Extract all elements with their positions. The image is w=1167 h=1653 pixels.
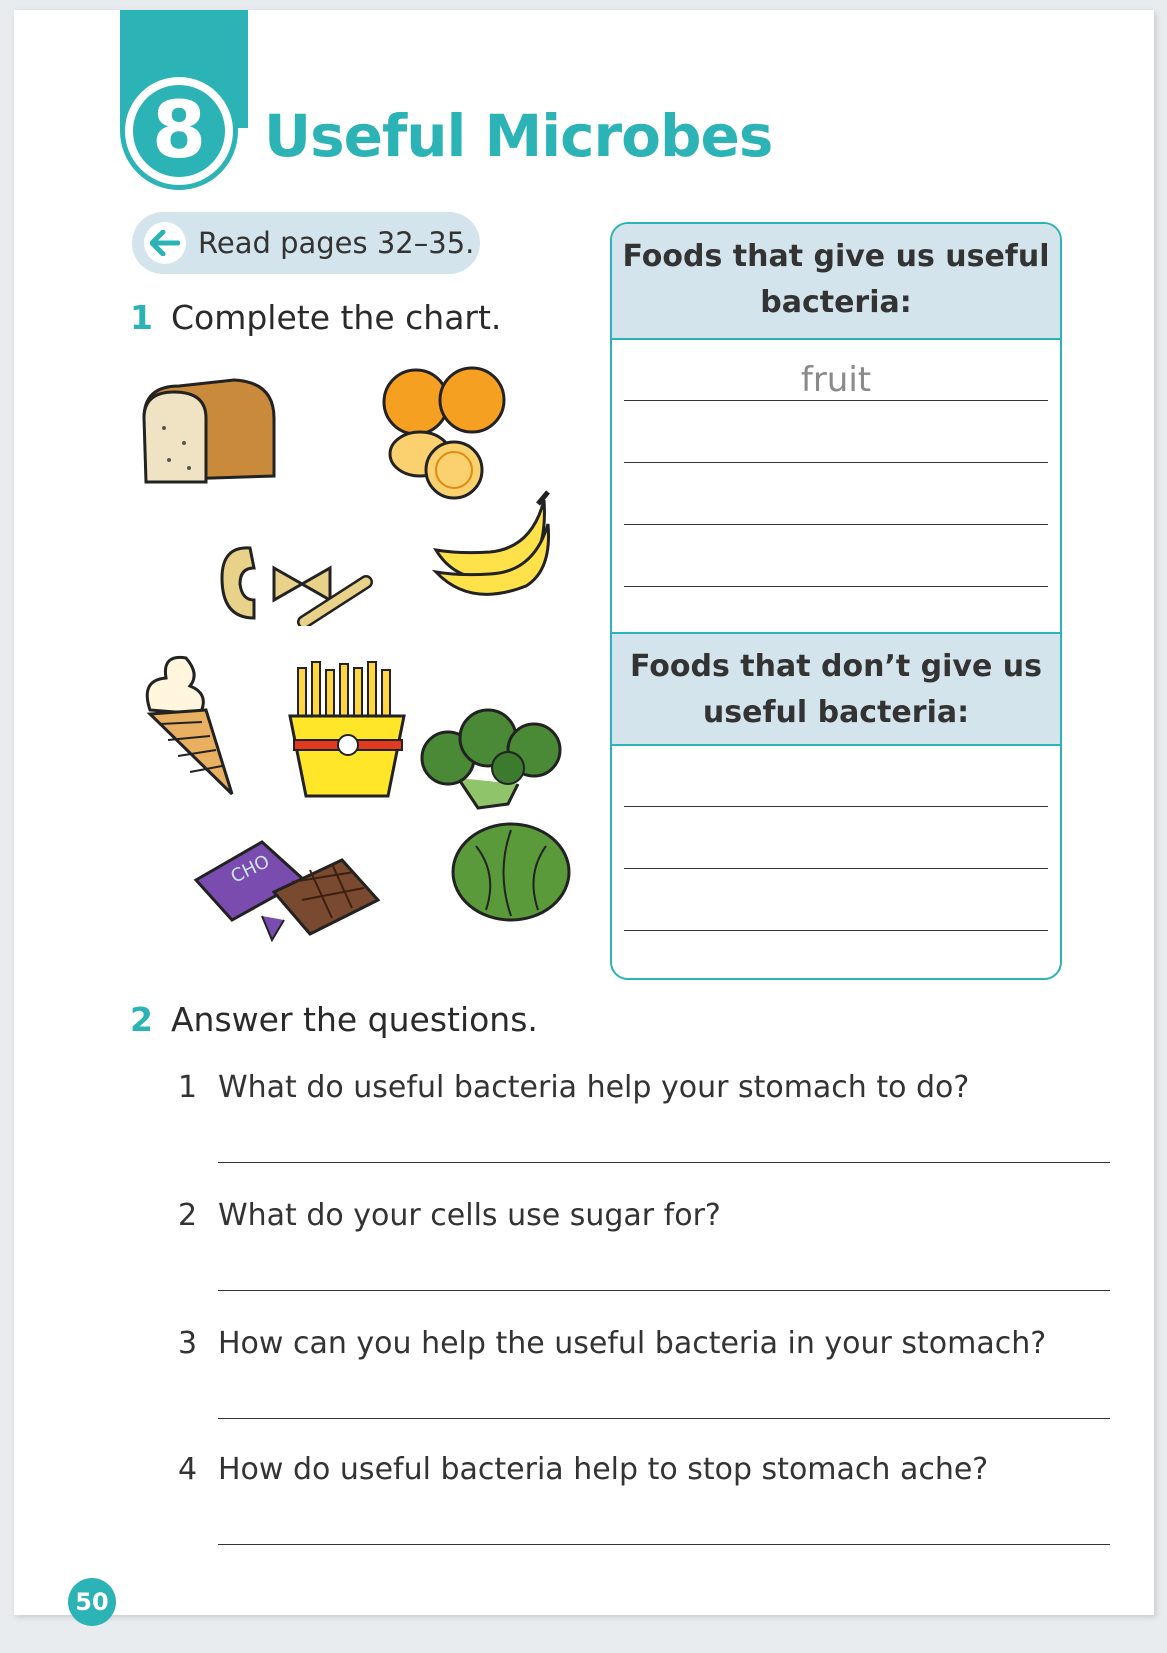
question-text: What do useful bacteria help your stomac… bbox=[218, 1070, 970, 1105]
chapter-badge: 8 bbox=[120, 72, 238, 190]
fries-icon bbox=[288, 661, 406, 798]
question-number: 2 bbox=[178, 1198, 198, 1233]
question-text: What do your cells use sugar for? bbox=[218, 1198, 721, 1233]
answer-line[interactable] bbox=[624, 524, 1048, 525]
answer-line[interactable] bbox=[624, 868, 1048, 869]
question-number: 4 bbox=[178, 1452, 198, 1487]
answer-line-1[interactable] bbox=[218, 1162, 1110, 1163]
answer-line[interactable] bbox=[624, 806, 1048, 807]
page-number: 50 bbox=[68, 1578, 116, 1626]
chart-header-not-useful: Foods that don’t give us useful bacteria… bbox=[612, 632, 1060, 746]
chart-section-not-useful bbox=[612, 746, 1060, 978]
answer-line[interactable] bbox=[624, 400, 1048, 401]
bananas-icon bbox=[431, 490, 551, 596]
food-chart: Foods that give us useful bacteria: frui… bbox=[610, 222, 1062, 980]
page-title: Useful Microbes bbox=[264, 102, 773, 170]
lettuce-icon bbox=[451, 822, 571, 922]
answer-line-3[interactable] bbox=[218, 1418, 1110, 1419]
question-text: How can you help the useful bacteria in … bbox=[218, 1326, 1047, 1361]
exercise-instruction: Answer the questions. bbox=[170, 1000, 538, 1039]
pasta-icon bbox=[220, 546, 373, 626]
question-text: How do useful bacteria help to stop stom… bbox=[218, 1452, 989, 1487]
arrow-left-icon bbox=[144, 222, 186, 264]
broccoli-icon bbox=[420, 708, 562, 810]
workbook-page: 8 Useful Microbes Read pages 32–35. 1 Com… bbox=[14, 10, 1154, 1626]
chocolate-icon: CHO bbox=[193, 840, 381, 943]
question-3: 3 How can you help the useful bacteria in… bbox=[178, 1326, 1046, 1361]
chart-header-useful: Foods that give us useful bacteria: bbox=[612, 224, 1060, 340]
question-2: 2 What do your cells use sugar for? bbox=[178, 1198, 721, 1233]
read-pages-note: Read pages 32–35. bbox=[132, 212, 480, 274]
exercise-instruction: Complete the chart. bbox=[170, 298, 502, 337]
ice-cream-icon bbox=[145, 655, 234, 796]
chart-section-useful: fruit bbox=[612, 340, 1060, 632]
answer-line[interactable] bbox=[624, 586, 1048, 587]
exercise-1-heading: 1 Complete the chart. bbox=[130, 298, 501, 337]
exercise-number: 2 bbox=[130, 1000, 153, 1039]
answer-line-2[interactable] bbox=[218, 1290, 1110, 1291]
oranges-icon bbox=[382, 366, 506, 500]
question-1: 1 What do useful bacteria help your stoma… bbox=[178, 1070, 969, 1105]
chapter-number: 8 bbox=[133, 85, 225, 177]
exercise-number: 1 bbox=[130, 298, 153, 337]
question-number: 1 bbox=[178, 1070, 198, 1105]
example-answer: fruit bbox=[800, 360, 872, 400]
read-pages-text: Read pages 32–35. bbox=[198, 226, 475, 260]
question-number: 3 bbox=[178, 1326, 198, 1361]
answer-line[interactable] bbox=[624, 930, 1048, 931]
answer-line[interactable] bbox=[624, 462, 1048, 463]
question-4: 4 How do useful bacteria help to stop sto… bbox=[178, 1452, 988, 1487]
answer-line-4[interactable] bbox=[218, 1544, 1110, 1545]
bread-icon bbox=[142, 378, 276, 484]
exercise-2-heading: 2 Answer the questions. bbox=[130, 1000, 538, 1039]
